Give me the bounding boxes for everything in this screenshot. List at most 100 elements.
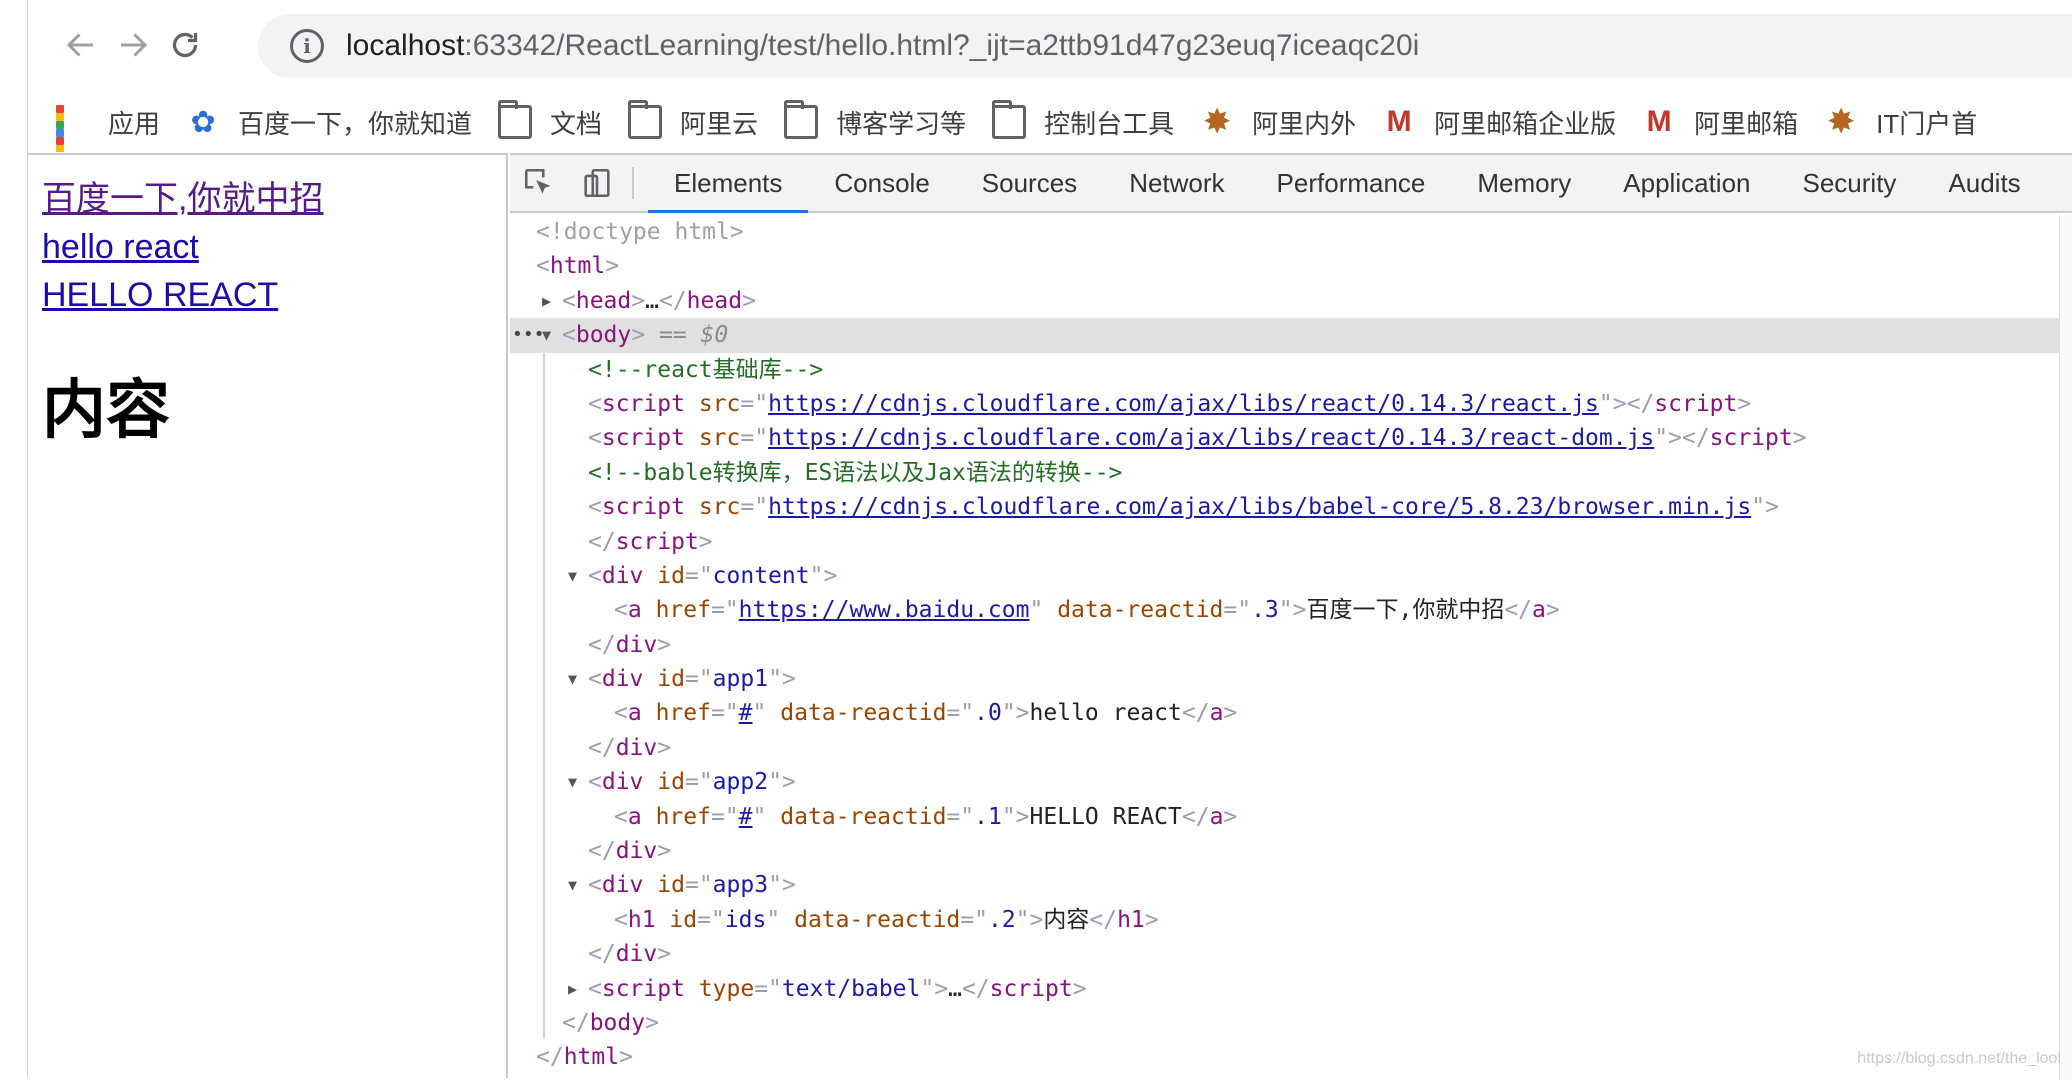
node-text[interactable]: HELLO REACT (1030, 804, 1182, 830)
devtools-panel: Elements Console Sources Network Perform… (510, 153, 2072, 1080)
address-bar[interactable]: i localhost:63342/ReactLearning/test/hel… (258, 14, 2072, 78)
script-src-link[interactable]: https://cdnjs.cloudflare.com/ajax/libs/r… (768, 391, 1599, 417)
dom-node-a[interactable]: <a href="#" data-reactid=".1">HELLO REAC… (510, 800, 2072, 834)
attr-value[interactable]: app1 (713, 666, 768, 692)
attr-value[interactable]: app3 (713, 872, 768, 898)
folder-icon (784, 100, 819, 139)
dom-node-script-close[interactable]: </script> (510, 525, 2072, 559)
dom-node-div-content[interactable]: ▼ <div id="content"> (510, 559, 2072, 593)
url-path: :63342/ReactLearning/test/hello.html?_ij… (464, 29, 1420, 62)
baidu-link[interactable]: 百度一下,你就中招 (42, 175, 492, 223)
alibaba-star-icon: ✸ (1202, 103, 1232, 141)
tab-memory[interactable]: Memory (1451, 155, 1597, 211)
script-src-link[interactable]: https://cdnjs.cloudflare.com/ajax/libs/r… (768, 425, 1654, 451)
inspect-element-button[interactable] (510, 155, 568, 211)
node-text[interactable]: 百度一下,你就中招 (1306, 597, 1504, 623)
tab-network[interactable]: Network (1103, 155, 1250, 211)
href-link[interactable]: # (739, 700, 753, 726)
dom-node-div-close[interactable]: </div> (510, 628, 2072, 662)
tab-sources[interactable]: Sources (956, 155, 1103, 211)
dom-node-head[interactable]: ▶ <head>…</head> (510, 284, 2072, 318)
dom-node-a[interactable]: <a href="https://www.baidu.com" data-rea… (510, 593, 2072, 627)
alimail-m-icon: M (1386, 105, 1412, 138)
href-link[interactable]: https://www.baidu.com (739, 597, 1030, 623)
head-ellipsis[interactable]: … (645, 288, 659, 314)
collapse-triangle-icon[interactable]: ▼ (568, 868, 577, 902)
href-link[interactable]: # (739, 804, 753, 830)
script-ellipsis[interactable]: … (948, 976, 962, 1002)
attr-value[interactable]: .2 (988, 907, 1016, 933)
bookmark-alimail[interactable]: M 阿里邮箱 (1642, 104, 1799, 141)
expand-triangle-icon[interactable]: ▶ (568, 972, 577, 1006)
dom-tree: <!doctype html> <html> ▶ <head>…</head> … (510, 215, 2072, 1080)
back-button[interactable] (52, 16, 110, 74)
hello-react-upper-link[interactable]: HELLO REACT (42, 271, 492, 319)
collapse-triangle-icon[interactable]: ▼ (542, 318, 551, 352)
dom-node-body[interactable]: ••• ▼ <body> == $0 (510, 318, 2072, 353)
attr-value[interactable]: text/babel (782, 976, 920, 1002)
bookmark-folder-docs[interactable]: 文档 (498, 100, 603, 141)
bookmark-it-portal[interactable]: ✸ IT门户首 (1824, 104, 1977, 141)
browser-window: i localhost:63342/ReactLearning/test/hel… (27, 0, 2072, 1080)
expand-triangle-icon[interactable]: ▶ (542, 284, 551, 318)
forward-button[interactable] (104, 16, 162, 74)
dom-node-script[interactable]: <script src="https://cdnjs.cloudflare.co… (510, 421, 2072, 455)
bookmark-apps[interactable]: 应用 (56, 104, 160, 152)
device-toolbar-button[interactable] (568, 155, 626, 211)
site-info-icon[interactable]: i (290, 29, 324, 63)
dom-scrollbar[interactable] (2059, 215, 2072, 1080)
dom-node-body-close[interactable]: </body> (510, 1006, 2072, 1040)
bookmark-alibaba-inside[interactable]: ✸ 阿里内外 (1200, 104, 1356, 141)
attr-value[interactable]: .1 (974, 804, 1002, 830)
dom-node-comment[interactable]: <!--react基础库--> (510, 353, 2072, 387)
dom-node-div-app3[interactable]: ▼ <div id="app3"> (510, 868, 2072, 902)
script-src-link[interactable]: https://cdnjs.cloudflare.com/ajax/libs/b… (768, 494, 1751, 520)
tab-elements[interactable]: Elements (648, 155, 809, 213)
bookmark-folder-aliyun[interactable]: 阿里云 (628, 100, 758, 141)
tab-application[interactable]: Application (1597, 155, 1776, 211)
dom-node-div-close[interactable]: </div> (510, 834, 2072, 868)
bookmark-label: 百度一下，你就知道 (238, 108, 473, 139)
dom-node-script-babel[interactable]: ▶ <script type="text/babel">…</script> (510, 972, 2072, 1006)
tab-console[interactable]: Console (808, 155, 955, 211)
tab-separator (632, 167, 634, 199)
attr-value[interactable]: .3 (1251, 597, 1279, 623)
bookmark-baidu[interactable]: ✿ 百度一下，你就知道 (186, 104, 472, 141)
node-text[interactable]: 内容 (1043, 907, 1089, 933)
bookmark-alimail-enterprise[interactable]: M 阿里邮箱企业版 (1382, 104, 1617, 141)
bookmark-label: 文档 (550, 108, 603, 139)
tab-performance[interactable]: Performance (1251, 155, 1452, 211)
arrow-right-icon (121, 33, 148, 57)
dom-node-html-close[interactable]: </html> (510, 1040, 2072, 1074)
dom-node-div-app2[interactable]: ▼ <div id="app2"> (510, 765, 2072, 799)
dom-node-h1[interactable]: <h1 id="ids" data-reactid=".2">内容</h1> (510, 903, 2072, 937)
dom-node-div-app1[interactable]: ▼ <div id="app1"> (510, 662, 2072, 696)
tab-audits[interactable]: Audits (1922, 155, 2046, 211)
hello-react-link[interactable]: hello react (42, 223, 492, 271)
reload-button[interactable] (156, 16, 214, 74)
bookmark-folder-console[interactable]: 控制台工具 (992, 100, 1174, 141)
dom-node-doctype[interactable]: <!doctype html> (510, 215, 2072, 249)
alibaba-star-icon: ✸ (1826, 103, 1856, 141)
attr-value[interactable]: ids (725, 907, 767, 933)
tab-security[interactable]: Security (1777, 155, 1923, 211)
bookmark-folder-blog[interactable]: 博客学习等 (784, 100, 966, 141)
attr-value[interactable]: app2 (713, 769, 768, 795)
collapse-triangle-icon[interactable]: ▼ (568, 662, 577, 696)
dom-node-script[interactable]: <script src="https://cdnjs.cloudflare.co… (510, 387, 2072, 421)
dom-node-script[interactable]: <script src="https://cdnjs.cloudflare.co… (510, 490, 2072, 524)
node-text[interactable]: hello react (1030, 700, 1182, 726)
dom-node-html[interactable]: <html> (510, 249, 2072, 283)
body-close-tag: body (589, 1009, 646, 1036)
dom-node-div-close[interactable]: </div> (510, 937, 2072, 971)
attr-value[interactable]: .0 (974, 700, 1002, 726)
dom-node-div-close[interactable]: </div> (510, 731, 2072, 765)
collapse-triangle-icon[interactable]: ▼ (568, 559, 577, 593)
bookmark-label: 阿里邮箱企业版 (1434, 108, 1617, 139)
apps-grid-icon (56, 105, 90, 152)
attr-value[interactable]: content (713, 563, 810, 589)
dom-node-comment[interactable]: <!--bable转换库，ES语法以及Jax语法的转换--> (510, 456, 2072, 490)
dom-node-a[interactable]: <a href="#" data-reactid=".0">hello reac… (510, 696, 2072, 730)
more-dots-icon[interactable]: ••• (512, 318, 545, 352)
collapse-triangle-icon[interactable]: ▼ (568, 765, 577, 799)
